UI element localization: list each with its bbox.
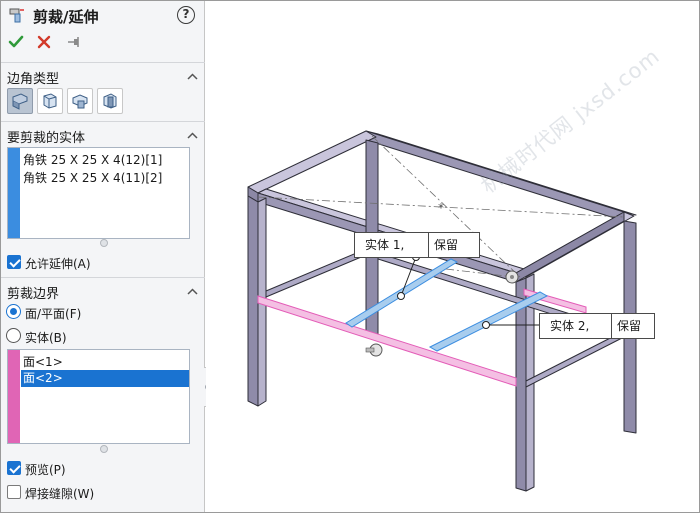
callout-body-2[interactable]: 实体 2, 保留 [539,313,655,339]
callout-body-1-entity: 实体 1, [355,233,429,257]
list-resize-handle[interactable] [100,239,108,247]
corner-end-trim-icon [12,93,28,110]
corner-end-miter-icon [43,93,57,109]
callout-anchor [397,292,405,300]
preview-label: 预览(P) [25,463,66,477]
collapse-bodies-icon[interactable] [187,132,198,139]
list-item[interactable]: 面<1> [23,353,63,370]
corner-type-title: 边角类型 [7,72,60,87]
face-plane-label: 面/平面(F) [25,307,82,321]
trim-boundary-title: 剪裁边界 [7,287,60,302]
feature-title: 剪裁/延伸 [33,8,99,26]
frame-member [247,130,377,194]
divider [1,277,205,278]
frame-member [515,211,625,283]
cancel-button[interactable] [37,35,51,49]
callout-body-1-action[interactable]: 保留 [429,233,458,257]
callout-anchor [482,321,490,329]
property-manager: 剪裁/延伸 ? 边角类型 要剪裁的实体 角铁 25 X 25 X 4(12)[1… [1,1,205,512]
weld-gap-checkbox[interactable] [7,485,21,499]
preview-checkbox[interactable] [7,461,21,475]
graphics-viewport[interactable]: * 实体 1, 保留 实体 2, 保留 机械时代网 jxsd.com [206,1,699,512]
boundary-color-stripe [8,350,20,443]
allow-extend-label: 允许延伸(A) [25,257,91,271]
corner-end-butt2-icon [103,93,117,109]
face-plane-radio[interactable] [6,304,21,319]
list-item-selected[interactable]: 面<2> [21,370,189,387]
weld-gap-label: 焊接缝隙(W) [25,487,95,501]
corner-option-end-butt1[interactable] [67,88,93,114]
close-icon [37,35,51,49]
ok-button[interactable] [8,34,24,50]
trim-boundary-list[interactable]: 面<1> 面<2> [7,349,190,444]
body-label: 实体(B) [25,331,67,345]
corner-option-end-miter[interactable] [37,88,63,114]
callout-body-2-action[interactable]: 保留 [612,314,641,338]
feature-header: 剪裁/延伸 ? [1,1,205,31]
callout-body-2-entity: 实体 2, [540,314,612,338]
frame-member [525,330,625,388]
trim-extend-window: 剪裁/延伸 ? 边角类型 要剪裁的实体 角铁 25 X 25 X 4(12)[1… [0,0,700,513]
list-item[interactable]: 角铁 25 X 25 X 4(12)[1] [23,151,162,168]
checkmark-icon [8,35,24,48]
corner-option-end-butt2[interactable] [97,88,123,114]
callout-body-1[interactable]: 实体 1, 保留 [354,232,480,258]
allow-extend-checkbox[interactable] [7,255,21,269]
frame-member [247,195,259,407]
frame-member [265,248,367,298]
trim-extend-icon [9,7,25,23]
collapse-corner-type-icon[interactable] [187,73,198,80]
trim-bodies-color-stripe [8,148,20,238]
pin-button[interactable] [67,35,83,49]
bodies-to-trim-title: 要剪裁的实体 [7,131,86,146]
sketch-marker [505,270,519,284]
list-item[interactable]: 角铁 25 X 25 X 4(11)[2] [23,169,162,186]
corner-option-end-trim[interactable] [7,88,33,114]
corner-end-butt1-icon [72,94,88,109]
body-radio[interactable] [6,328,21,343]
help-icon[interactable]: ? [177,6,195,24]
collapse-boundary-icon[interactable] [187,288,198,295]
divider [1,62,205,63]
pushpin-icon [68,37,79,47]
divider [1,121,205,122]
bodies-to-trim-list[interactable]: 角铁 25 X 25 X 4(12)[1] 角铁 25 X 25 X 4(11)… [7,147,190,239]
sketch-center-mark: * [438,201,444,215]
sketch-marker [365,343,383,357]
list-resize-handle[interactable] [100,445,108,453]
boundary-highlight [257,295,517,387]
